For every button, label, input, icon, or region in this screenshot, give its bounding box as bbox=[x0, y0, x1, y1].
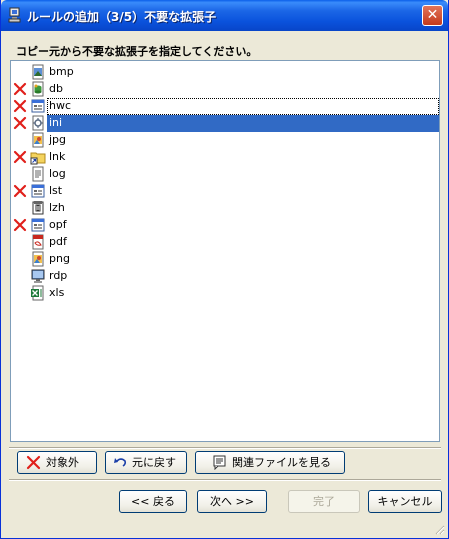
close-button[interactable]: ✕ bbox=[422, 5, 443, 26]
extension-list[interactable]: bmp db hwc ini jpg lnk log lst lzh opf pdf png rdp xl… bbox=[10, 60, 440, 442]
list-item[interactable]: ini bbox=[11, 115, 439, 132]
list-item[interactable]: rdp bbox=[11, 268, 439, 285]
excluded-x-icon bbox=[13, 116, 27, 130]
excluded-x-icon bbox=[13, 184, 27, 198]
text-file-icon bbox=[32, 166, 44, 182]
window-title: ルールの追加（3/5）不要な拡張子 bbox=[27, 10, 217, 24]
settings-file-icon bbox=[32, 115, 44, 131]
selection-highlight bbox=[47, 115, 439, 132]
instruction-text: コピー元から不要な拡張子を指定してください。 bbox=[16, 45, 258, 58]
related-files-icon bbox=[213, 455, 226, 470]
list-item[interactable]: log bbox=[11, 166, 439, 183]
list-item[interactable]: lnk bbox=[11, 149, 439, 166]
excel-file-icon bbox=[31, 285, 44, 301]
shortcut-folder-icon bbox=[30, 152, 46, 165]
undo-icon bbox=[114, 458, 127, 467]
list-item[interactable]: opf bbox=[11, 217, 439, 234]
pdf-file-icon bbox=[32, 234, 44, 250]
application-file-icon bbox=[31, 218, 45, 232]
list-item[interactable]: lst bbox=[11, 183, 439, 200]
list-item-label: rdp bbox=[49, 269, 68, 282]
focus-rectangle bbox=[47, 98, 439, 115]
list-item[interactable]: jpg bbox=[11, 132, 439, 149]
view-related-files-label: 関連ファイルを見る bbox=[232, 456, 331, 469]
view-related-files-button[interactable]: 関連ファイルを見る bbox=[195, 451, 345, 474]
excluded-x-icon bbox=[13, 99, 27, 113]
remote-desktop-file-icon bbox=[31, 269, 45, 283]
restore-button-label: 元に戻す bbox=[132, 456, 176, 469]
list-item-label: lst bbox=[49, 184, 63, 197]
list-item[interactable]: db bbox=[11, 81, 439, 98]
list-item-label: lnk bbox=[49, 150, 66, 163]
list-item-label: hwc bbox=[49, 99, 72, 112]
excluded-x-icon bbox=[13, 82, 27, 96]
list-item-label: ini bbox=[48, 116, 64, 130]
finish-button-label: 完了 bbox=[313, 495, 335, 508]
list-item-label: opf bbox=[49, 218, 67, 231]
list-item-label: bmp bbox=[49, 65, 74, 78]
title-bar[interactable]: ルールの追加（3/5）不要な拡張子 ✕ bbox=[1, 0, 448, 31]
list-item[interactable]: bmp bbox=[11, 64, 439, 81]
list-item[interactable]: lzh bbox=[11, 200, 439, 217]
exclude-button-label: 対象外 bbox=[46, 456, 79, 469]
list-item-label: jpg bbox=[49, 133, 67, 146]
application-file-icon bbox=[31, 99, 45, 113]
excluded-x-icon bbox=[13, 218, 27, 232]
exclude-button[interactable]: 対象外 bbox=[17, 451, 97, 474]
list-item-label: pdf bbox=[49, 235, 67, 248]
divider bbox=[9, 447, 441, 449]
list-item[interactable]: hwc bbox=[11, 98, 439, 115]
back-button[interactable]: << 戻る bbox=[119, 490, 187, 513]
bitmap-file-icon bbox=[32, 64, 44, 80]
list-item-label: xls bbox=[49, 286, 65, 299]
exclude-x-icon bbox=[26, 455, 41, 470]
divider bbox=[9, 479, 441, 481]
list-item-label: db bbox=[49, 82, 63, 95]
app-icon bbox=[8, 7, 21, 23]
database-file-icon bbox=[32, 81, 44, 97]
cancel-button[interactable]: キャンセル bbox=[368, 490, 442, 513]
next-button[interactable]: 次へ >> bbox=[197, 490, 267, 513]
application-file-icon bbox=[31, 184, 45, 198]
list-item[interactable]: pdf bbox=[11, 234, 439, 251]
list-item-label: lzh bbox=[49, 201, 65, 214]
cancel-button-label: キャンセル bbox=[377, 495, 433, 508]
archive-file-icon bbox=[32, 201, 44, 215]
image-file-icon bbox=[32, 251, 44, 267]
list-item[interactable]: xls bbox=[11, 285, 439, 302]
list-item[interactable]: png bbox=[11, 251, 439, 268]
restore-button[interactable]: 元に戻す bbox=[105, 451, 187, 474]
excluded-x-icon bbox=[13, 150, 27, 164]
back-button-label: << 戻る bbox=[131, 495, 175, 508]
rule-wizard-dialog: ルールの追加（3/5）不要な拡張子 ✕ コピー元から不要な拡張子を指定してくださ… bbox=[0, 0, 449, 539]
resize-grip-icon[interactable] bbox=[433, 523, 445, 535]
next-button-label: 次へ >> bbox=[210, 495, 254, 508]
list-item-label: png bbox=[49, 252, 70, 265]
image-file-icon bbox=[32, 132, 44, 148]
finish-button[interactable]: 完了 bbox=[288, 490, 360, 513]
list-item-label: log bbox=[49, 167, 66, 180]
